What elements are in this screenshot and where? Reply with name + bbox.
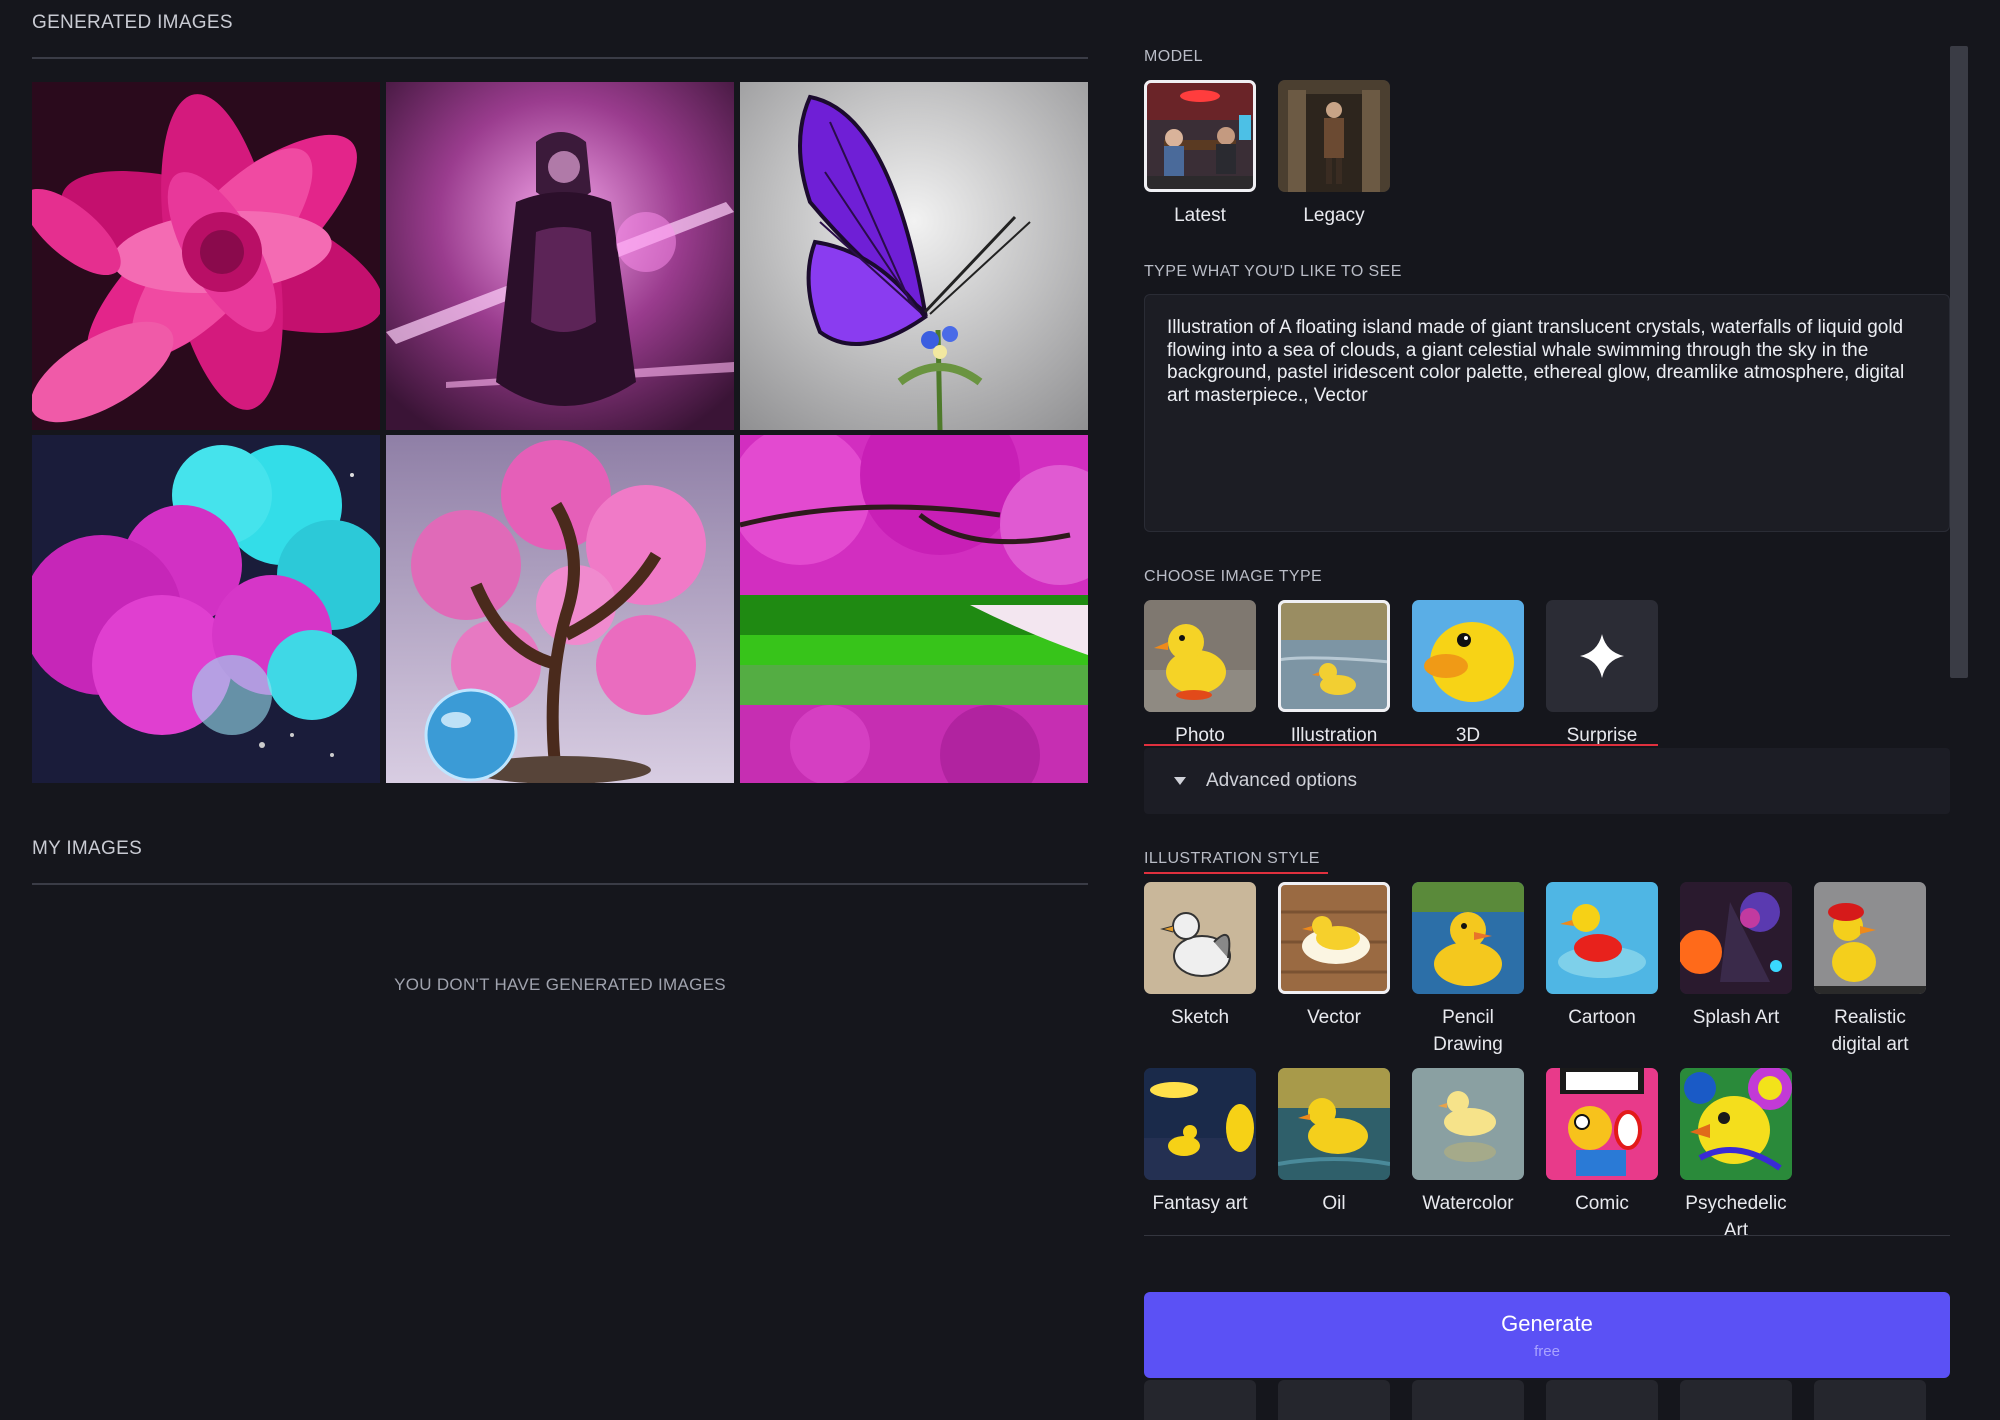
cartoon-thumbnail[interactable] <box>1546 882 1658 994</box>
photo-duck-thumbnail[interactable] <box>1144 600 1256 712</box>
colored-smoke-image[interactable] <box>32 435 380 783</box>
psychedelic-art-thumbnail[interactable] <box>1680 1068 1792 1180</box>
empty-state-message: YOU DON'T HAVE GENERATED IMAGES <box>394 975 726 994</box>
generated-images-title: GENERATED IMAGES <box>32 12 233 33</box>
oil-thumbnail[interactable] <box>1278 1068 1390 1180</box>
style-sketch[interactable]: Sketch <box>1144 882 1256 1058</box>
chevron-down-icon <box>1174 777 1186 785</box>
style-watercolor[interactable]: Watercolor <box>1412 1068 1524 1244</box>
pencil-drawing-thumbnail[interactable] <box>1412 882 1524 994</box>
style-label: Realistic digital art <box>1831 1007 1909 1055</box>
advanced-options-toggle[interactable]: Advanced options <box>1144 748 1950 814</box>
style-oil[interactable]: Oil <box>1278 1068 1390 1244</box>
style-label: Vector <box>1307 1007 1361 1028</box>
divider <box>32 57 1088 59</box>
illustration-duck-thumbnail[interactable] <box>1278 600 1390 712</box>
prompt-textarea[interactable]: Illustration of A floating island made o… <box>1144 294 1950 532</box>
fantasy-art-thumbnail[interactable] <box>1144 1068 1256 1180</box>
style-label: Pencil Drawing <box>1433 1007 1503 1055</box>
latest-model-thumbnail[interactable] <box>1144 80 1256 192</box>
image-type-photo[interactable]: Photo <box>1144 600 1256 749</box>
model-options: Latest Legacy <box>1144 80 1390 229</box>
model-label: MODEL <box>1144 48 1203 65</box>
scrollbar[interactable] <box>1950 46 1968 678</box>
style-label: Fantasy art <box>1152 1193 1248 1214</box>
model-option-label: Latest <box>1174 205 1226 226</box>
style-label: Oil <box>1322 1193 1346 1214</box>
sorceress-image[interactable] <box>386 82 734 430</box>
style-label: Cartoon <box>1568 1007 1636 1028</box>
style-label: Splash Art <box>1692 1007 1780 1028</box>
comic-thumbnail[interactable] <box>1546 1068 1658 1180</box>
style-label: Comic <box>1575 1193 1629 1214</box>
style-comic[interactable]: Comic <box>1546 1068 1658 1244</box>
illustration-style-label: ILLUSTRATION STYLE <box>1144 850 1320 867</box>
style-psychedelic-art[interactable]: Psychedelic Art <box>1680 1068 1792 1244</box>
style-pencil-drawing[interactable]: Pencil Drawing <box>1412 882 1524 1058</box>
prompt-label: TYPE WHAT YOU'D LIKE TO SEE <box>1144 263 1402 280</box>
generate-button-label: Generate <box>1501 1310 1593 1336</box>
scrolled-thumbnails-peek <box>1144 1380 1926 1420</box>
style-options-row-1: Sketch Vector Pencil Drawing Cartoon Spl… <box>1144 882 1926 1058</box>
image-type-surprise[interactable]: Surprise <box>1546 600 1658 749</box>
cherry-blossom-river-image[interactable] <box>740 435 1088 783</box>
vector-thumbnail[interactable] <box>1278 882 1390 994</box>
image-type-options: Photo Illustration 3D Surprise <box>1144 600 1658 749</box>
style-label: Watercolor <box>1422 1193 1514 1214</box>
divider <box>32 883 1088 885</box>
image-type-underline <box>1144 744 1658 746</box>
advanced-options-label: Advanced options <box>1206 770 1358 791</box>
generation-settings-panel: MODEL Latest Legacy TYPE WHAT YOU'D LIKE… <box>1144 0 1950 1420</box>
model-option-latest[interactable]: Latest <box>1144 80 1256 229</box>
generate-cost-label: free <box>1534 1342 1560 1360</box>
my-images-title: MY IMAGES <box>32 838 143 859</box>
watercolor-thumbnail[interactable] <box>1412 1068 1524 1180</box>
legacy-model-thumbnail[interactable] <box>1278 80 1390 192</box>
generated-gallery <box>32 82 1088 783</box>
image-type-label: CHOOSE IMAGE TYPE <box>1144 568 1323 585</box>
model-option-legacy[interactable]: Legacy <box>1278 80 1390 229</box>
image-type-illustration[interactable]: Illustration <box>1278 600 1390 749</box>
style-label: Sketch <box>1170 1007 1230 1028</box>
bonsai-globe-image[interactable] <box>386 435 734 783</box>
generate-button[interactable]: Generate free <box>1144 1292 1950 1378</box>
style-options-row-2: Fantasy art Oil Watercolor Comic Psyched… <box>1144 1068 1792 1244</box>
image-generator-app: GENERATED IMAGES MY IMAGES YOU DON'T HAV… <box>0 0 2000 1420</box>
pink-dahlia-image[interactable] <box>32 82 380 430</box>
style-cartoon[interactable]: Cartoon <box>1546 882 1658 1058</box>
style-splash-art[interactable]: Splash Art <box>1680 882 1792 1058</box>
sparkle-icon[interactable] <box>1546 600 1658 712</box>
style-realistic-digital-art[interactable]: Realistic digital art <box>1814 882 1926 1058</box>
splash-art-thumbnail[interactable] <box>1680 882 1792 994</box>
style-fantasy-art[interactable]: Fantasy art <box>1144 1068 1256 1244</box>
model-option-label: Legacy <box>1303 205 1365 226</box>
divider <box>1144 1235 1950 1236</box>
sketch-thumbnail[interactable] <box>1144 882 1256 994</box>
style-label-underline <box>1144 872 1328 874</box>
image-type-3d[interactable]: 3D <box>1412 600 1524 749</box>
purple-butterfly-image[interactable] <box>740 82 1088 430</box>
3d-duck-thumbnail[interactable] <box>1412 600 1524 712</box>
realistic-digital-art-thumbnail[interactable] <box>1814 882 1926 994</box>
style-vector[interactable]: Vector <box>1278 882 1390 1058</box>
